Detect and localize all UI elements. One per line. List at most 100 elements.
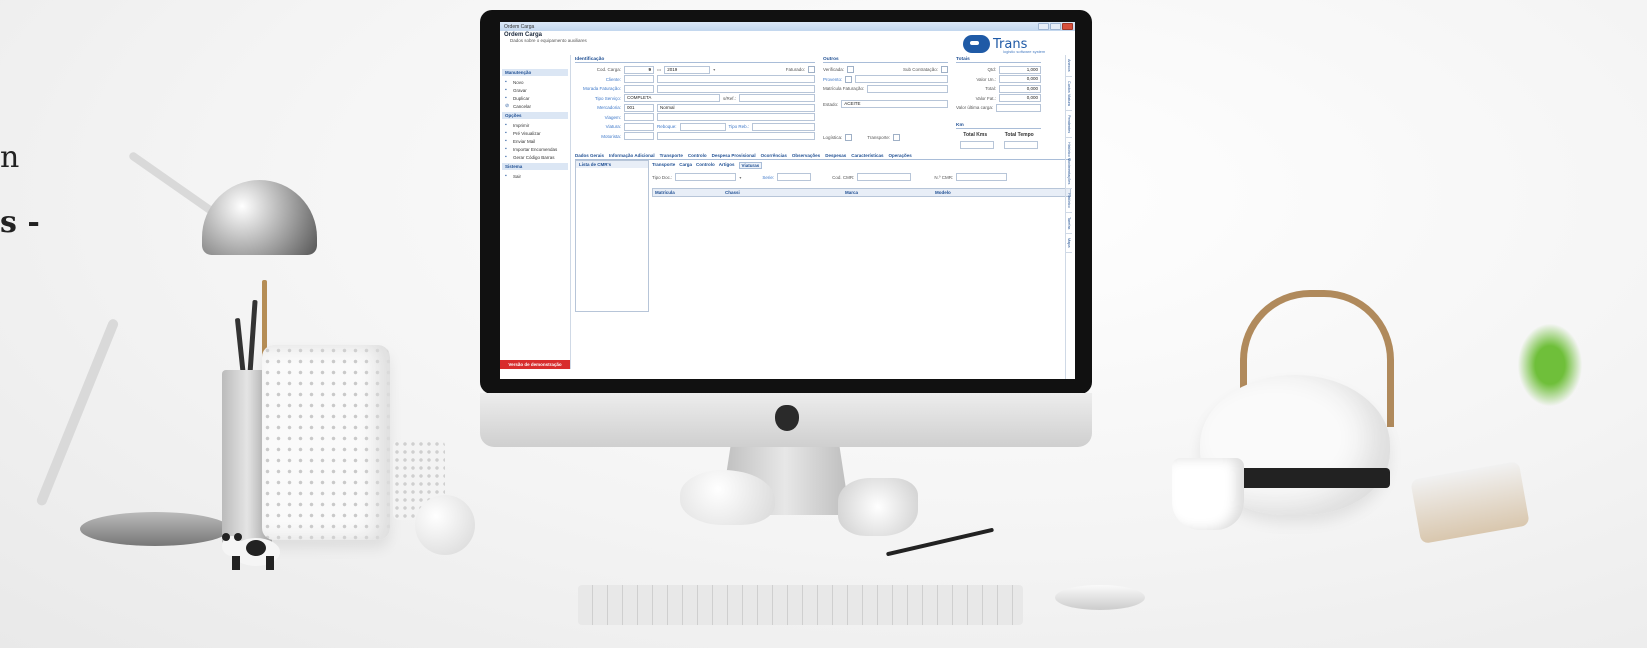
motorista-code-field[interactable]: [624, 132, 654, 141]
cod-cmr-field[interactable]: [857, 173, 912, 182]
cod-carga-field[interactable]: 9: [624, 65, 654, 74]
tab-ocorrencias[interactable]: Ocorrências: [761, 153, 787, 158]
nav-item-sair[interactable]: ▪ Sair: [500, 172, 570, 180]
tab-controlo[interactable]: Controlo: [688, 153, 707, 158]
sub-contratacao-label: Sub Contratação:: [902, 67, 938, 73]
subtab-viaturas[interactable]: Viaturas: [738, 161, 763, 169]
estado-label: Estado:: [823, 101, 839, 107]
valor-fat-field[interactable]: 0,000: [999, 94, 1041, 103]
matricula-label: Matrícula Faturação:: [823, 86, 865, 92]
subtab-carga[interactable]: Carga: [679, 162, 692, 169]
tab-informacao-adicional[interactable]: Informação Adicional: [609, 153, 655, 158]
motorista-field[interactable]: [657, 132, 815, 141]
estado-field[interactable]: ACEITE: [841, 100, 948, 109]
nav-item-cancelar[interactable]: ⊘ Cancelar: [500, 102, 570, 110]
col-modelo[interactable]: Modelo: [935, 190, 995, 195]
maximize-button[interactable]: [1050, 23, 1061, 30]
provento-checkbox[interactable]: [845, 75, 853, 83]
tipo-reb-field[interactable]: [752, 122, 815, 131]
nav-item-importar-encomendas[interactable]: ▪ Importar Encomendas: [500, 145, 570, 153]
total-kms-label: Total Kms: [963, 132, 988, 139]
matricula-field[interactable]: [867, 84, 948, 93]
sub-contratacao-checkbox[interactable]: [941, 66, 948, 74]
vtab-custos-viatura[interactable]: Custos Viatura: [1066, 77, 1072, 111]
minimize-button[interactable]: [1038, 23, 1049, 30]
vtab-tarefas[interactable]: Tarefas: [1066, 213, 1072, 235]
dots-icon[interactable]: •••: [657, 67, 661, 72]
demo-version-banner: Versão de demonstração: [500, 360, 570, 369]
vtab-historico-movimentacoes[interactable]: Histórico Movimentações: [1066, 138, 1072, 190]
provento-field[interactable]: [855, 75, 948, 84]
chevron-down-icon[interactable]: ▾: [713, 67, 715, 72]
col-chassi[interactable]: Chassi: [725, 190, 845, 195]
col-marca[interactable]: Marca: [845, 190, 935, 195]
nav-section-sistema[interactable]: Sistema: [502, 163, 568, 170]
cmr-list-header: Lista de CMR's: [576, 160, 648, 168]
col-matricula[interactable]: Matrícula: [655, 190, 725, 195]
nav-item-duplicar[interactable]: ▪ Duplicar: [500, 94, 570, 102]
serie-field[interactable]: [777, 173, 812, 182]
valor-ultima-field[interactable]: [996, 103, 1041, 112]
sidebar: Manutenção ▪ Novo ▪ Gravar ▪ Duplicar ⊘ Canc…: [500, 55, 571, 369]
mercadoria-code-field[interactable]: 001: [624, 103, 654, 112]
nav-item-novo[interactable]: ▪ Novo: [500, 78, 570, 86]
tipo-servico-label: Tipo Serviço:: [594, 95, 621, 101]
total-tempo-field[interactable]: [1003, 140, 1038, 149]
vtab-historico[interactable]: Histórico: [1066, 189, 1072, 213]
tab-caracteristicas[interactable]: Características: [851, 153, 883, 158]
motorista-label: Motorista:: [601, 133, 621, 139]
nav-item-gerar-codigo-barras[interactable]: ▪ Gerar Código Barras: [500, 153, 570, 161]
outros-group: Outros Verificada: Sub Contratação: Prov…: [823, 57, 948, 150]
faturado-checkbox[interactable]: [808, 66, 815, 74]
tipo-doc-select[interactable]: [675, 173, 737, 182]
total-field[interactable]: 0,000: [999, 84, 1041, 93]
cliente-code-field[interactable]: [624, 75, 654, 84]
viagem-field[interactable]: [657, 113, 815, 122]
morada-code-field[interactable]: [624, 84, 654, 93]
viatura-field[interactable]: [624, 122, 654, 131]
viagem-code-field[interactable]: [624, 113, 654, 122]
transporte-checkbox[interactable]: [893, 134, 901, 142]
ano-field[interactable]: 2019: [664, 65, 711, 74]
n-cmr-field[interactable]: [956, 173, 1008, 182]
tipo-servico-field[interactable]: COMPLETA: [624, 94, 720, 103]
ref-field[interactable]: [739, 94, 815, 103]
morada-field[interactable]: [657, 84, 815, 93]
subtab-transporte[interactable]: Transporte: [652, 162, 675, 169]
cmr-list[interactable]: Lista de CMR's: [575, 159, 649, 312]
nav-item-pre-visualizar[interactable]: ▪ Pré Visualizar: [500, 129, 570, 137]
nav-section-opcoes[interactable]: Opções: [502, 112, 568, 119]
mercadoria-field[interactable]: Normal: [657, 103, 815, 112]
group-title: Outros: [823, 57, 948, 63]
qtd-field[interactable]: 1,000: [999, 65, 1041, 74]
app-header: Ordem Carga Dados sobre o equipamento au…: [500, 31, 1075, 55]
subtab-artigos[interactable]: Artigos: [719, 162, 735, 169]
tab-observacoes[interactable]: Observações: [792, 153, 820, 158]
valor-un-field[interactable]: 0,000: [999, 75, 1041, 84]
plant: [1515, 320, 1585, 410]
reboque-field[interactable]: [679, 122, 726, 131]
tab-operacoes[interactable]: Operações: [889, 153, 912, 158]
nav-item-gravar[interactable]: ▪ Gravar: [500, 86, 570, 94]
nav-section-manutencao[interactable]: Manutenção: [502, 69, 568, 76]
vtab-mapa[interactable]: Mapa: [1066, 234, 1072, 253]
nav-item-imprimir[interactable]: ▪ Imprimir: [500, 121, 570, 129]
chevron-down-icon[interactable]: ▾: [739, 175, 741, 180]
main-tabs: Dados Gerais Informação Adicional Transp…: [575, 153, 1071, 160]
vtab-pendentes[interactable]: Pendentes: [1066, 111, 1072, 138]
verificada-checkbox[interactable]: [847, 66, 855, 74]
logistica-checkbox[interactable]: [845, 134, 853, 142]
tab-despesas[interactable]: Despesas: [825, 153, 846, 158]
cliente-name-field[interactable]: [657, 75, 815, 84]
vtab-anexos[interactable]: Anexos: [1066, 55, 1072, 77]
subtab-controlo[interactable]: Controlo: [696, 162, 715, 169]
tab-transporte[interactable]: Transporte: [660, 153, 683, 158]
nav-item-enviar-mail[interactable]: ▪ Enviar Mail: [500, 137, 570, 145]
keyboard: [578, 585, 1023, 625]
close-button[interactable]: [1062, 23, 1073, 30]
total-kms-field[interactable]: [959, 140, 994, 149]
cmr-detail: Transporte Carga Controlo Artigos Viatur…: [652, 160, 1071, 312]
mouse: [1055, 585, 1145, 610]
tab-despesa-provisional[interactable]: Despesa Provisional: [712, 153, 756, 158]
tab-dados-gerais[interactable]: Dados Gerais: [575, 153, 604, 158]
